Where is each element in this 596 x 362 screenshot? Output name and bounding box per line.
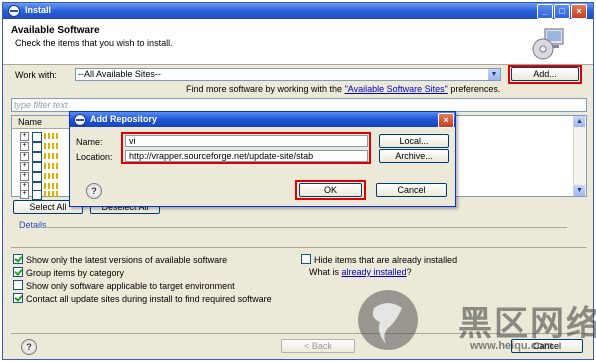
what-is-installed: What is already installed? — [309, 267, 412, 277]
tree-row[interactable]: + — [20, 172, 60, 182]
page-subtitle: Check the items that you wish to install… — [15, 38, 173, 48]
tree-row[interactable]: + — [20, 162, 60, 172]
hide-installed-label: Hide items that are already installed — [314, 255, 458, 265]
filter-input[interactable]: type filter text — [11, 98, 587, 112]
checkbox[interactable] — [32, 162, 42, 172]
maximize-button[interactable]: □ — [554, 4, 570, 19]
category-icon — [44, 153, 58, 159]
tree-row[interactable]: + — [20, 142, 60, 152]
contact-sites-option[interactable]: Contact all update sites during install … — [13, 293, 272, 304]
dialog-title: Add Repository — [90, 114, 158, 124]
available-sites-link[interactable]: "Available Software Sites" — [345, 84, 448, 94]
what-is-prefix: What is — [309, 267, 342, 277]
contact-sites-label: Contact all update sites during install … — [26, 294, 272, 304]
close-button[interactable]: × — [571, 4, 587, 19]
work-with-label: Work with: — [15, 70, 57, 80]
minimize-button[interactable]: _ — [537, 4, 553, 19]
install-cd-icon — [532, 28, 564, 60]
back-button[interactable]: < Back — [281, 339, 355, 353]
expand-icon[interactable]: + — [20, 190, 29, 199]
location-label: Location: — [76, 152, 113, 162]
local-button[interactable]: Local... — [379, 134, 449, 148]
hint-prefix: Find more software by working with the — [186, 84, 345, 94]
chevron-down-icon[interactable]: ▼ — [488, 69, 500, 80]
checkbox[interactable] — [32, 172, 42, 182]
watermark-url: www.heiqu.com — [470, 340, 554, 352]
dialog-close-button[interactable]: × — [438, 113, 454, 128]
latest-only-checkbox[interactable] — [13, 254, 23, 264]
dialog-titlebar: Add Repository × — [70, 112, 455, 128]
work-with-value: --All Available Sites-- — [78, 69, 161, 79]
watermark-text: 黑区网络 — [458, 304, 596, 344]
category-icon — [44, 173, 58, 179]
target-env-checkbox[interactable] — [13, 280, 23, 290]
dialog-cancel-button[interactable]: Cancel — [376, 183, 447, 197]
window-title: Install — [25, 5, 52, 15]
expand-icon[interactable]: + — [20, 152, 29, 161]
checkbox[interactable] — [32, 190, 42, 200]
archive-button[interactable]: Archive... — [379, 149, 449, 163]
latest-only-option[interactable]: Show only the latest versions of availab… — [13, 254, 227, 265]
tree-row[interactable]: + — [20, 190, 60, 200]
tree-scrollbar[interactable]: ▲ ▼ — [573, 116, 586, 196]
category-icon — [44, 191, 58, 197]
add-repository-dialog: Add Repository × Name: vi Location: http… — [69, 111, 456, 207]
page-title: Available Software — [11, 25, 100, 36]
group-by-category-label: Group items by category — [26, 268, 125, 278]
checkbox[interactable] — [32, 132, 42, 142]
category-icon — [44, 183, 58, 189]
checkbox[interactable] — [32, 152, 42, 162]
details-label: Details — [19, 220, 47, 230]
hide-installed-option[interactable]: Hide items that are already installed — [301, 254, 457, 265]
expand-icon[interactable]: + — [20, 172, 29, 181]
dialog-help-icon[interactable]: ? — [86, 183, 102, 199]
contact-sites-checkbox[interactable] — [13, 293, 23, 303]
target-env-label: Show only software applicable to target … — [26, 281, 235, 291]
tree-row[interactable]: + — [20, 132, 60, 142]
what-is-suffix: ? — [406, 267, 412, 277]
category-icon — [44, 143, 58, 149]
work-with-hint: Find more software by working with the "… — [186, 84, 500, 94]
target-env-option[interactable]: Show only software applicable to target … — [13, 280, 235, 291]
checkbox[interactable] — [32, 142, 42, 152]
help-icon[interactable]: ? — [21, 339, 37, 355]
details-divider — [47, 227, 567, 228]
name-label: Name: — [76, 137, 103, 147]
group-by-category-checkbox[interactable] — [13, 267, 23, 277]
eclipse-icon — [74, 114, 86, 126]
category-icon — [44, 133, 58, 139]
eclipse-icon — [8, 5, 20, 17]
wizard-header: Available Software Check the items that … — [3, 19, 593, 65]
highlight-box-add — [508, 65, 582, 84]
scroll-down-icon[interactable]: ▼ — [574, 185, 585, 196]
group-by-category-option[interactable]: Group items by category — [13, 267, 124, 278]
window-titlebar: Install _ □ × — [3, 3, 593, 19]
work-with-combo[interactable]: --All Available Sites-- ▼ — [75, 68, 501, 81]
watermark-logo — [358, 290, 418, 350]
already-installed-link[interactable]: already installed — [342, 267, 407, 277]
hint-suffix: preferences. — [447, 84, 501, 94]
category-icon — [44, 163, 58, 169]
scroll-up-icon[interactable]: ▲ — [574, 116, 585, 127]
expand-icon[interactable]: + — [20, 142, 29, 151]
highlight-box-ok — [295, 180, 366, 200]
hide-installed-checkbox[interactable] — [301, 254, 311, 264]
tree-row[interactable]: + — [20, 152, 60, 162]
latest-only-label: Show only the latest versions of availab… — [26, 255, 228, 265]
options-divider — [11, 247, 587, 248]
highlight-box-fields — [121, 132, 371, 164]
expand-icon[interactable]: + — [20, 162, 29, 171]
expand-icon[interactable]: + — [20, 132, 29, 141]
